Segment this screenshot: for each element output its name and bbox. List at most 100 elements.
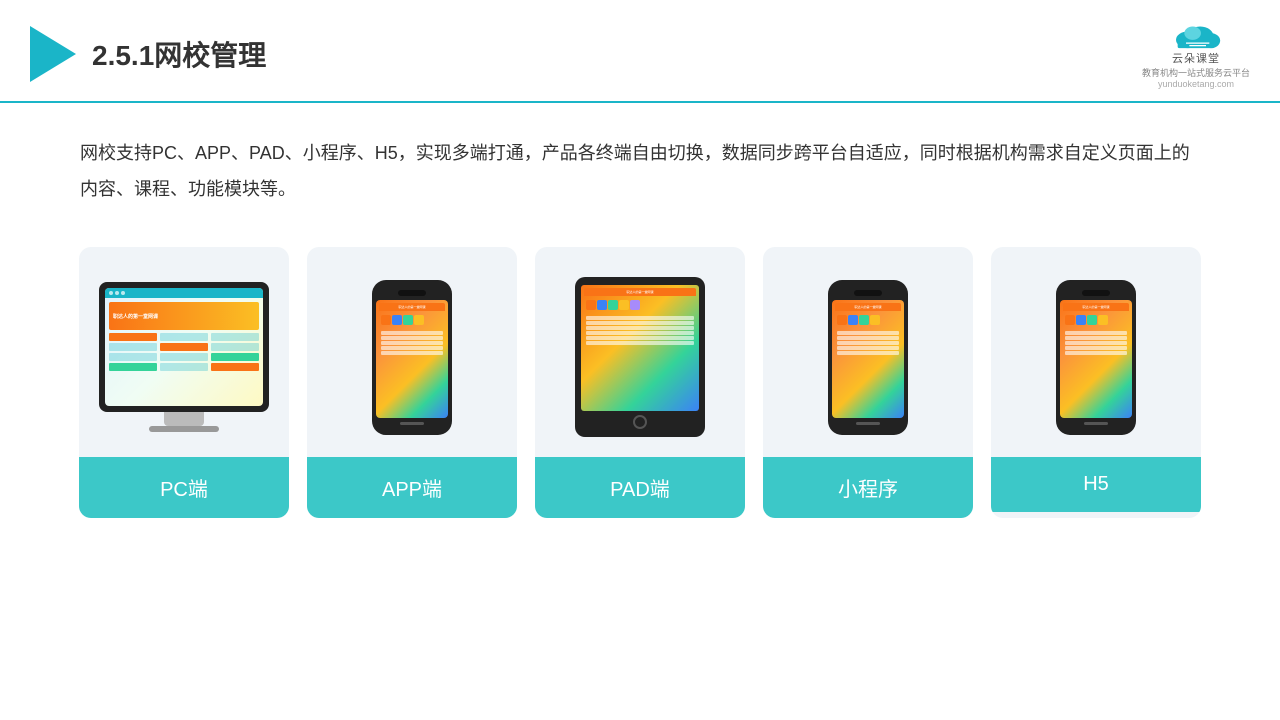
tablet-icon [630, 300, 640, 310]
monitor-cell [160, 343, 208, 351]
tablet-rows [584, 314, 696, 347]
screen-row-h5 [1065, 346, 1127, 350]
tablet-row [586, 316, 694, 320]
brand-logo: 云朵课堂 教育机构一站式服务云平台 yunduoketang.com [1142, 18, 1250, 89]
monitor-dot [121, 291, 125, 295]
device-tablet: 职达人的第一堂网课 [575, 277, 705, 437]
tablet-icon [619, 300, 629, 310]
screen-row-h5 [1065, 331, 1127, 335]
screen-row [381, 336, 443, 340]
monitor-cell [109, 343, 157, 351]
description-text: 网校支持PC、APP、PAD、小程序、H5，实现多端打通，产品各终端自由切换，数… [0, 103, 1280, 227]
monitor-cell [211, 343, 259, 351]
screen-row [381, 331, 443, 335]
screen-header-text-mini: 职达人的第一堂网课 [854, 305, 881, 309]
screen-icon-h5 [1065, 315, 1075, 325]
screen-row-mini [837, 331, 899, 335]
monitor-col [109, 333, 157, 402]
screen-icon [381, 315, 391, 325]
monitor-dot [115, 291, 119, 295]
screen-row-mini [837, 346, 899, 350]
screen-icon-mini [848, 315, 858, 325]
monitor-cell [211, 353, 259, 361]
monitor-frame: 职达人的第一堂网课 [99, 282, 269, 412]
monitor-cell [211, 333, 259, 341]
screen-content-h5: 职达人的第一堂网课 [1060, 300, 1132, 418]
screen-icons-h5 [1063, 313, 1129, 327]
monitor-col [160, 333, 208, 402]
phone-home-bar-h5 [1084, 422, 1108, 425]
card-app-label: APP端 [307, 457, 517, 518]
screen-rows [379, 329, 445, 357]
screen-content-mini: 职达人的第一堂网课 [832, 300, 904, 418]
monitor-base [149, 426, 219, 432]
card-h5: 职达人的第一堂网课 [991, 247, 1201, 518]
card-pad-label: PAD端 [535, 457, 745, 518]
screen-row-h5 [1065, 341, 1127, 345]
tablet-home-button [633, 415, 647, 429]
screen-icons-mini [835, 313, 901, 327]
tablet-row [586, 326, 694, 330]
monitor-cell [160, 353, 208, 361]
tablet-row [586, 331, 694, 335]
phone-home-bar-mini [856, 422, 880, 425]
tablet-header-text: 职达人的第一堂网课 [626, 290, 653, 294]
monitor-cell [109, 353, 157, 361]
screen-row-h5 [1065, 336, 1127, 340]
tablet-row [586, 336, 694, 340]
monitor-cell [160, 363, 208, 371]
device-phone-app: 职达人的第一堂网课 [372, 280, 452, 435]
tablet-screen-content: 职达人的第一堂网课 [581, 285, 699, 411]
device-phone-mini: 职达人的第一堂网课 [828, 280, 908, 435]
screen-icon [392, 315, 402, 325]
card-pad-image: 职达人的第一堂网课 [535, 247, 745, 457]
monitor-topbar [105, 288, 263, 298]
logo-triangle-icon [30, 26, 76, 82]
screen-icon-h5 [1076, 315, 1086, 325]
phone-notch-mini [854, 290, 882, 296]
brand-name: 云朵课堂 [1172, 50, 1220, 66]
monitor-content: 职达人的第一堂网课 [105, 298, 263, 406]
device-phone-h5: 职达人的第一堂网课 [1056, 280, 1136, 435]
page-title: 2.5.1网校管理 [92, 34, 266, 74]
device-pc: 职达人的第一堂网课 [99, 282, 269, 432]
screen-row [381, 341, 443, 345]
monitor-screen: 职达人的第一堂网课 [105, 288, 263, 406]
screen-icon [414, 315, 424, 325]
tablet-row [586, 341, 694, 345]
card-app-image: 职达人的第一堂网课 [307, 247, 517, 457]
screen-rows-mini [835, 329, 901, 357]
card-mini: 职达人的第一堂网课 [763, 247, 973, 518]
screen-row-mini [837, 351, 899, 355]
screen-icon [403, 315, 413, 325]
screen-header-h5: 职达人的第一堂网课 [1063, 303, 1129, 311]
phone-notch-h5 [1082, 290, 1110, 296]
card-app: 职达人的第一堂网课 [307, 247, 517, 518]
card-pc-label: PC端 [79, 457, 289, 518]
card-mini-image: 职达人的第一堂网课 [763, 247, 973, 457]
page-header: 2.5.1网校管理 云朵课堂 教育机构一站式服务云平台 yunduoketang… [0, 0, 1280, 103]
monitor-cell [160, 333, 208, 341]
monitor-cell [109, 333, 157, 341]
brand-url: yunduoketang.com [1158, 79, 1234, 89]
screen-header: 职达人的第一堂网课 [379, 303, 445, 311]
screen-row [381, 351, 443, 355]
tablet-icons [584, 298, 696, 312]
cards-section: 职达人的第一堂网课 [0, 227, 1280, 518]
monitor-stand [164, 412, 204, 426]
screen-row [381, 346, 443, 350]
monitor-cols [109, 333, 259, 402]
card-h5-label: H5 [991, 457, 1201, 512]
card-pc-image: 职达人的第一堂网课 [79, 247, 289, 457]
monitor-cell [109, 363, 157, 371]
tablet-header: 职达人的第一堂网课 [584, 288, 696, 296]
tablet-icon [586, 300, 596, 310]
screen-icon-h5 [1087, 315, 1097, 325]
screen-header-text: 职达人的第一堂网课 [398, 305, 425, 309]
screen-row-mini [837, 341, 899, 345]
screen-icons [379, 313, 445, 327]
screen-icon-h5 [1098, 315, 1108, 325]
card-mini-label: 小程序 [763, 457, 973, 518]
screen-header-text-h5: 职达人的第一堂网课 [1082, 305, 1109, 309]
screen-row-h5 [1065, 351, 1127, 355]
